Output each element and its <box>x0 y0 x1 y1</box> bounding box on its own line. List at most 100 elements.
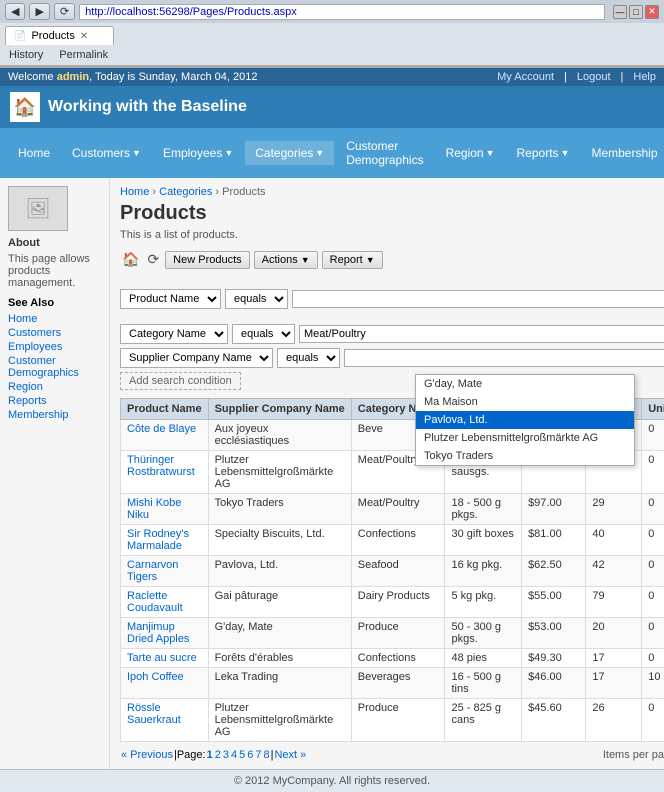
filter-1-operator[interactable]: equals <box>225 289 288 309</box>
report-button[interactable]: Report ▼ <box>322 251 383 269</box>
filter-2-operator[interactable]: equals <box>232 324 295 344</box>
supplier-option-gday[interactable]: G'day, Mate <box>416 375 634 393</box>
cell-product-name: Carnarvon Tigers <box>121 556 209 587</box>
product-link-2[interactable]: Mishi Kobe Niku <box>127 497 181 521</box>
refresh-icon-btn[interactable]: ⟳ <box>145 249 161 270</box>
report-caret: ▼ <box>366 255 375 265</box>
cell-product-name: Côte de Blaye <box>121 420 209 451</box>
next-page-link[interactable]: Next » <box>274 749 306 761</box>
minimize-button[interactable]: — <box>613 5 627 19</box>
filter-3-field[interactable]: Supplier Company Name <box>120 348 273 368</box>
actions-caret: ▼ <box>301 255 310 265</box>
nav-reports[interactable]: Reports ▼ <box>507 141 580 165</box>
nav-categories[interactable]: Categories ▼ <box>245 141 334 165</box>
sidebar-link-region[interactable]: Region <box>8 381 101 393</box>
address-bar[interactable] <box>79 4 605 20</box>
refresh-button[interactable]: ⟳ <box>54 3 75 20</box>
help-link[interactable]: Help <box>633 71 656 83</box>
items-per-page-label: Items per page: <box>603 749 664 761</box>
cell-product-name: Rössle Sauerkraut <box>121 699 209 742</box>
table-row: Rössle Sauerkraut Plutzer Lebensmittelgr… <box>121 699 664 742</box>
sidebar-link-customer-demographics[interactable]: Customer Demographics <box>8 355 101 379</box>
new-products-button[interactable]: New Products <box>165 251 249 269</box>
table-row: Raclette Coudavault Gai pâturage Dairy P… <box>121 587 664 618</box>
product-link-4[interactable]: Carnarvon Tigers <box>127 559 178 583</box>
nav-employees[interactable]: Employees ▼ <box>153 141 243 165</box>
logout-link[interactable]: Logout <box>577 71 611 83</box>
filter-1-field[interactable]: Product Name <box>120 289 221 309</box>
tab-close-icon[interactable]: ✕ <box>80 31 88 42</box>
product-link-3[interactable]: Sir Rodney's Marmalade <box>127 528 189 552</box>
supplier-option-pavlova[interactable]: Pavlova, Ltd. <box>416 411 634 429</box>
filter-2-value[interactable] <box>299 325 664 343</box>
sidebar-link-reports[interactable]: Reports <box>8 395 101 407</box>
cell-qty: 30 gift boxes <box>445 525 522 556</box>
sidebar-link-membership[interactable]: Membership <box>8 409 101 421</box>
categories-caret: ▼ <box>315 148 324 158</box>
filter-3-operator[interactable]: equals <box>277 348 340 368</box>
prev-page-link[interactable]: « Previous <box>121 749 173 761</box>
nav-region[interactable]: Region ▼ <box>436 141 505 165</box>
close-button[interactable]: ✕ <box>645 5 659 19</box>
history-button[interactable]: History <box>5 48 47 62</box>
sidebar-link-home[interactable]: Home <box>8 313 101 325</box>
cell-on-order: 0 <box>642 649 664 668</box>
product-link-5[interactable]: Raclette Coudavault <box>127 590 183 614</box>
page-4-link[interactable]: 4 <box>231 749 237 761</box>
actions-button[interactable]: Actions ▼ <box>254 251 318 269</box>
product-link-8[interactable]: Ipoh Coffee <box>127 671 184 683</box>
new-products-label: New Products <box>173 254 241 266</box>
product-link-9[interactable]: Rössle Sauerkraut <box>127 702 181 726</box>
filter-2-field[interactable]: Category Name <box>120 324 228 344</box>
brand-bar: 🏠 Working with the Baseline <box>0 86 664 128</box>
nav-customer-demographics[interactable]: Customer Demographics <box>336 134 433 172</box>
product-link-6[interactable]: Manjimup Dried Apples <box>127 621 189 645</box>
product-link-1[interactable]: Thüringer Rostbratwurst <box>127 454 195 478</box>
browser-chrome: ◀ ▶ ⟳ — □ ✕ 📄 Products ✕ History Permali… <box>0 0 664 68</box>
browser-tabbar: 📄 Products ✕ <box>0 23 664 45</box>
page-1-link[interactable]: 1 <box>207 749 213 761</box>
page-7-link[interactable]: 7 <box>255 749 261 761</box>
my-account-link[interactable]: My Account <box>497 71 554 83</box>
maximize-button[interactable]: □ <box>629 5 643 19</box>
cell-qty: 18 - 500 g pkgs. <box>445 494 522 525</box>
supplier-option-ma-maison[interactable]: Ma Maison <box>416 393 634 411</box>
cell-supplier: Plutzer Lebensmittelgroßmärkte AG <box>208 451 351 494</box>
supplier-option-plutzer[interactable]: Plutzer Lebensmittelgroßmärkte AG <box>416 429 634 447</box>
permalink-button[interactable]: Permalink <box>55 48 112 62</box>
nav-customers[interactable]: Customers ▼ <box>62 141 151 165</box>
breadcrumb-categories[interactable]: Categories <box>159 186 212 198</box>
nav-home[interactable]: Home <box>8 141 60 165</box>
cell-price: $81.00 <box>522 525 586 556</box>
supplier-dropdown: G'day, Mate Ma Maison Pavlova, Ltd. Plut… <box>415 374 635 466</box>
main-content: Home › Categories › Products Products Th… <box>110 178 664 769</box>
cell-price: $49.30 <box>522 649 586 668</box>
brand-title: Working with the Baseline <box>48 98 247 116</box>
page-6-link[interactable]: 6 <box>247 749 253 761</box>
cell-on-order: 10 <box>642 668 664 699</box>
browser-tab[interactable]: 📄 Products ✕ <box>5 26 114 45</box>
supplier-option-tokyo[interactable]: Tokyo Traders <box>416 447 634 465</box>
product-link-7[interactable]: Tarte au sucre <box>127 652 197 664</box>
filter-3-value[interactable] <box>344 349 664 367</box>
page-5-link[interactable]: 5 <box>239 749 245 761</box>
breadcrumb-home[interactable]: Home <box>120 186 149 198</box>
page-2-link[interactable]: 2 <box>215 749 221 761</box>
cell-category: Meat/Poultry <box>351 494 445 525</box>
cell-price: $62.50 <box>522 556 586 587</box>
cell-price: $46.00 <box>522 668 586 699</box>
add-condition-button[interactable]: Add search condition <box>120 372 241 390</box>
table-row: Sir Rodney's Marmalade Specialty Biscuit… <box>121 525 664 556</box>
window-controls: — □ ✕ <box>613 5 659 19</box>
cell-in-stock: 17 <box>586 668 642 699</box>
product-link-0[interactable]: Côte de Blaye <box>127 423 196 435</box>
nav-membership[interactable]: Membership <box>581 141 664 165</box>
sidebar-link-customers[interactable]: Customers <box>8 327 101 339</box>
back-button[interactable]: ◀ <box>5 3 25 20</box>
page-8-link[interactable]: 8 <box>263 749 269 761</box>
home-icon-btn[interactable]: 🏠 <box>120 249 141 270</box>
page-3-link[interactable]: 3 <box>223 749 229 761</box>
sidebar-link-employees[interactable]: Employees <box>8 341 101 353</box>
forward-button[interactable]: ▶ <box>29 3 49 20</box>
filter-1-value[interactable] <box>292 290 664 308</box>
